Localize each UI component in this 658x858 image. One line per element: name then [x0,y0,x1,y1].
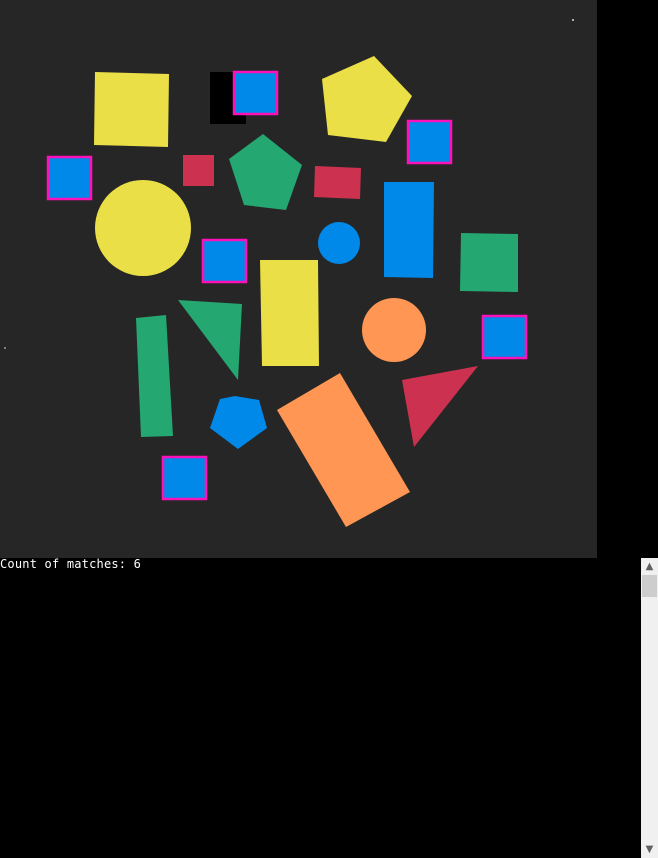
match-box-2 [406,119,453,165]
match-box-1 [232,70,279,116]
match-box-3 [46,155,93,201]
yellow-rectangle [260,260,319,366]
orange-circle [362,298,426,362]
speck [4,347,6,349]
scroll-thumb[interactable] [642,575,657,597]
scroll-up-icon[interactable]: ▲ [641,558,658,575]
console-panel: Count of matches: 6 ▲ ▼ [0,558,658,858]
blue-circle [318,222,360,264]
shapes-image [0,0,597,558]
console-output: Count of matches: 6 [0,557,142,571]
red-square [183,155,214,186]
image-viewer [0,0,597,558]
yellow-circle [95,180,191,276]
match-box-5 [481,314,528,360]
match-box-4 [201,238,248,284]
speck [572,19,574,21]
empty-margin [597,0,658,558]
yellow-square [94,72,169,147]
red-rectangle [314,166,361,199]
vertical-scrollbar[interactable]: ▲ ▼ [641,558,658,858]
scroll-down-icon[interactable]: ▼ [641,841,658,858]
app-window: Count of matches: 6 ▲ ▼ [0,0,658,858]
match-box-6 [161,455,208,501]
blue-rectangle [384,182,434,278]
green-square [460,233,518,292]
